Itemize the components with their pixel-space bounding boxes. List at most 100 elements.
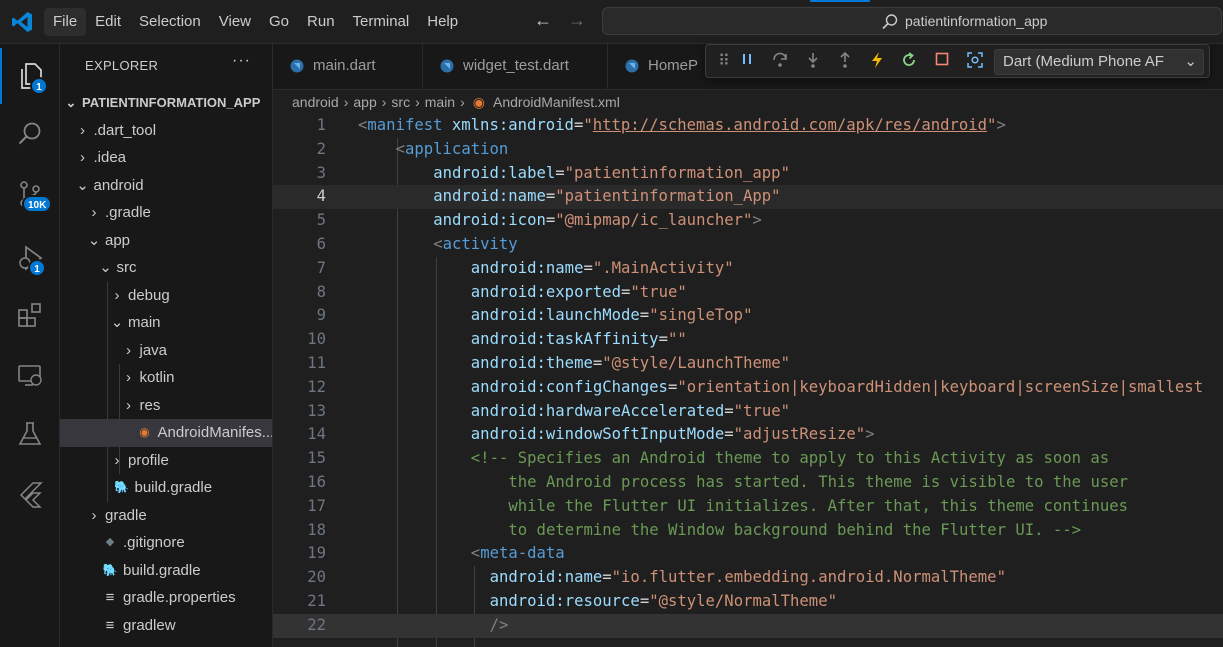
tree-folder[interactable]: › gradle [60, 502, 272, 530]
menu-go[interactable]: Go [260, 8, 298, 36]
tree-file[interactable]: 🐘 build.gradle [60, 557, 272, 585]
tree-file[interactable]: ◉ AndroidManifes... [60, 419, 272, 447]
search-activity[interactable] [0, 106, 60, 162]
text-file-icon: ≡ [105, 589, 115, 606]
code-token: > [752, 211, 762, 230]
chevron-down-icon: ⌄ [99, 259, 112, 276]
git-icon: ◆ [105, 536, 115, 548]
title-accent [810, 0, 870, 2]
inspect-icon [967, 52, 983, 68]
restart-button[interactable] [898, 51, 920, 73]
line-number: 2 [316, 139, 326, 158]
line-number: 6 [316, 235, 326, 253]
tree-folder[interactable]: › .gradle [60, 199, 272, 227]
code-token: = [545, 187, 556, 206]
project-root[interactable]: ⌄ PATIENTINFORMATION_APP [60, 89, 272, 117]
tree-file[interactable]: ≡ gradle.properties [60, 584, 272, 612]
tab-widget-test-dart[interactable]: widget_test.dart [423, 44, 608, 90]
chevron-down-icon: ⌄ [76, 176, 89, 194]
code-token: = [602, 568, 612, 587]
more-actions-icon[interactable]: ··· [232, 52, 251, 70]
breadcrumb-item[interactable]: src [391, 94, 410, 110]
code-token: android:taskAffinity [470, 330, 659, 349]
code-token: = [555, 163, 565, 182]
breadcrumb-item[interactable]: app [353, 94, 376, 110]
menu-help[interactable]: Help [418, 8, 467, 36]
testing-activity[interactable] [0, 406, 60, 462]
pause-button[interactable] [736, 51, 758, 73]
code-token: while the Flutter UI initializes. After … [508, 496, 1129, 515]
tab-label: main.dart [313, 57, 376, 74]
breadcrumb-item[interactable]: main [425, 94, 455, 110]
menu-view[interactable]: View [210, 8, 260, 36]
inspect-widget-button[interactable] [964, 51, 986, 73]
tree-item-label: .dart_tool [93, 121, 157, 139]
tree-folder[interactable]: ⌄ app [60, 227, 272, 255]
chevron-right-icon: › [114, 286, 120, 304]
flutter-activity[interactable] [0, 466, 60, 522]
step-out-button[interactable] [834, 51, 856, 73]
code-token: > [996, 116, 1006, 134]
tree-folder[interactable]: › .dart_tool [60, 117, 272, 145]
tree-item-label: src [116, 259, 137, 276]
tab-label: widget_test.dart [463, 57, 569, 74]
tree-file[interactable]: ≡ gradlew [60, 612, 272, 640]
menu-run[interactable]: Run [298, 8, 344, 36]
code-token: manifest [367, 116, 443, 134]
tree-file[interactable]: 🐘 build.gradle [60, 474, 272, 502]
debug-target-select[interactable]: Dart (Medium Phone AF ⌄ [994, 49, 1204, 75]
line-number: 19 [307, 544, 326, 563]
chevron-right-icon: › [80, 121, 85, 139]
line-number: 15 [307, 449, 326, 468]
code-token: http://schemas.android.com/apk/res/andro… [592, 116, 988, 134]
code-editor[interactable]: 1 <manifest xmlns:android="http://schemas… [273, 114, 1223, 647]
line-number: 21 [307, 592, 326, 610]
code-token: activity [442, 235, 518, 253]
command-center[interactable]: patientinformation_app [602, 7, 1222, 35]
tree-folder[interactable]: › res [60, 392, 272, 420]
tree-folder[interactable]: › kotlin [60, 364, 272, 392]
code-content: /> [490, 614, 509, 638]
tree-file[interactable]: ◆ .gitignore [60, 529, 272, 557]
code-line: 1 <manifest xmlns:android="http://schemas… [273, 114, 1223, 138]
menu-edit[interactable]: Edit [86, 8, 130, 36]
back-arrow-icon[interactable]: ← [532, 10, 554, 31]
tree-folder[interactable]: › .idea [60, 144, 272, 172]
code-token: < [433, 235, 443, 253]
step-over-button[interactable] [769, 51, 791, 73]
drag-handle-icon[interactable]: ⠿ [712, 51, 734, 73]
remote-explorer-activity[interactable] [0, 347, 60, 403]
hot-reload-button[interactable] [866, 51, 888, 73]
tree-folder[interactable]: › debug [60, 282, 272, 310]
menu-file[interactable]: File [44, 8, 87, 36]
line-number: 3 [316, 163, 326, 182]
forward-arrow-icon[interactable]: → [566, 10, 588, 31]
tree-folder[interactable]: › java [60, 337, 272, 365]
tree-folder[interactable]: ⌄ src [60, 254, 272, 282]
line-number: 18 [307, 520, 326, 539]
code-token: android:launchMode [470, 306, 640, 325]
run-debug-activity[interactable]: 1 [0, 230, 60, 286]
breadcrumb-item[interactable]: android [292, 94, 339, 110]
tree-folder[interactable]: ⌄ android [60, 172, 272, 200]
menu-terminal[interactable]: Terminal [344, 8, 419, 36]
code-content: <meta-data [471, 542, 565, 566]
code-line: 3 android:label="patientinformation_app" [273, 162, 1223, 186]
breadcrumb-item[interactable]: AndroidManifest.xml [493, 94, 620, 110]
stop-button[interactable] [931, 51, 953, 73]
chevron-right-icon: › [126, 369, 131, 386]
code-line: 4 android:name="patientinformation_App" [273, 185, 1223, 210]
tree-folder[interactable]: › profile [60, 447, 272, 475]
explorer-activity[interactable]: 1 [0, 48, 60, 104]
explorer-sidebar: EXPLORER ··· ⌄ PATIENTINFORMATION_APP › .da… [60, 44, 273, 647]
source-control-activity[interactable]: 10K [0, 166, 60, 222]
extensions-activity[interactable] [0, 287, 60, 343]
step-into-button[interactable] [802, 51, 824, 73]
menu-selection[interactable]: Selection [130, 8, 210, 36]
tab-home-page[interactable]: HomeP [608, 44, 718, 90]
tree-folder[interactable]: ⌄ main [60, 309, 272, 337]
code-token: android:configChanges [470, 377, 668, 396]
line-number: 5 [316, 211, 326, 230]
tab-main-dart[interactable]: main.dart [273, 44, 423, 90]
search-icon [882, 14, 898, 30]
